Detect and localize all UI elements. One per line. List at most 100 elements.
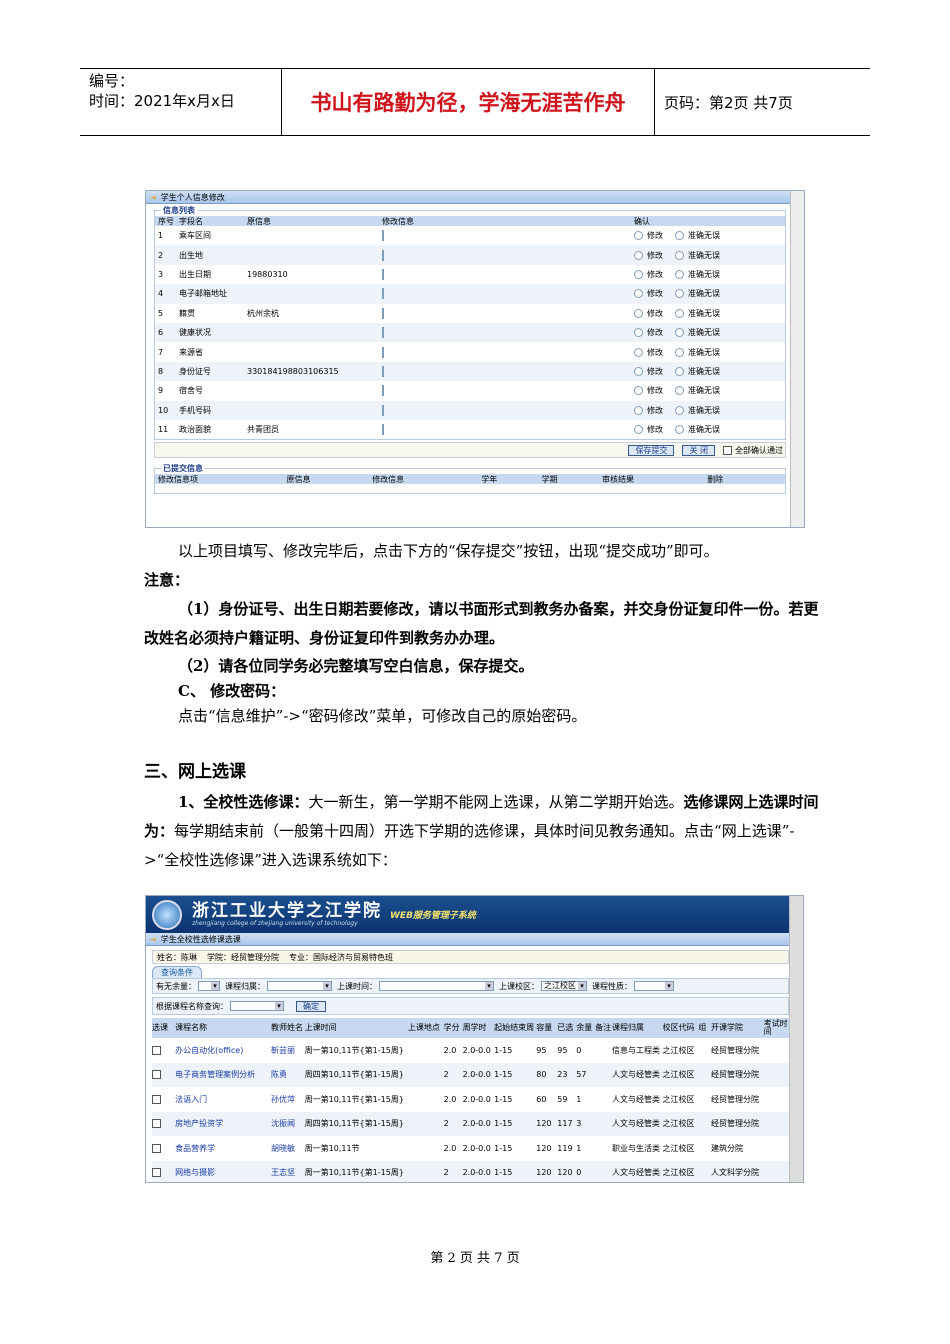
select-course-checkbox[interactable]: [152, 1168, 161, 1178]
course-cap: 120: [536, 1160, 558, 1182]
select-course-checkbox[interactable]: [152, 1045, 161, 1055]
new-value-input[interactable]: [382, 249, 384, 261]
select-cell: [152, 1038, 175, 1063]
correct-radio[interactable]: [675, 289, 684, 299]
correct-radio[interactable]: [675, 347, 684, 357]
correct-radio[interactable]: [675, 425, 684, 435]
motto: 书山有路勤为径，学海无涯苦作舟: [282, 69, 655, 135]
confirm-cell: 修改 准确无误: [634, 327, 785, 338]
correct-radio[interactable]: [675, 366, 684, 376]
modify-radio[interactable]: [634, 328, 643, 338]
new-value-input[interactable]: [382, 365, 384, 377]
course-name-link[interactable]: 电子商务管理案例分析: [175, 1062, 271, 1087]
scrollbar[interactable]: [789, 896, 803, 1182]
course-cap: 120: [536, 1143, 552, 1153]
modify-radio[interactable]: [634, 289, 643, 299]
confirm-all-checkbox[interactable]: [723, 445, 732, 455]
select-course-checkbox[interactable]: [152, 1094, 161, 1104]
course-hours: 2.0-0.0: [462, 1111, 495, 1136]
confirm-cell: 修改 准确无误: [634, 347, 785, 358]
correct-radio[interactable]: [675, 308, 684, 318]
modify-radio[interactable]: [634, 386, 643, 396]
select-course-checkbox[interactable]: [152, 1143, 161, 1153]
new-value-input[interactable]: [382, 307, 384, 319]
course-credit: 2: [443, 1111, 463, 1136]
save-submit-button[interactable]: 保存提交: [628, 444, 675, 456]
scrollbar[interactable]: [790, 191, 804, 527]
new-value-input[interactable]: [382, 385, 384, 397]
original-value: 19880310: [247, 269, 288, 279]
course-campus: 之江校区: [662, 1111, 699, 1136]
modify-radio[interactable]: [634, 231, 643, 241]
new-value-input[interactable]: [382, 404, 384, 416]
course-teacher-link[interactable]: 孙优萍: [271, 1087, 305, 1112]
arrow-icon: ➔: [150, 192, 157, 202]
new-value-input[interactable]: [382, 424, 384, 436]
course-name-link[interactable]: 食品营养学: [175, 1136, 271, 1161]
modify-label: 修改: [647, 231, 663, 241]
modify-label: 修改: [647, 386, 663, 396]
course-teacher-link[interactable]: 王志坚: [270, 1160, 305, 1182]
course-teacher-link[interactable]: 胡晓敏: [271, 1136, 305, 1161]
modify-radio[interactable]: [634, 269, 643, 279]
remain-select[interactable]: [198, 981, 220, 991]
remain-label: 有无余量：: [156, 981, 196, 991]
field-name: 政治面貌: [179, 425, 211, 435]
doc-code: 编号：: [89, 72, 135, 90]
course-college: 经贸管理分院: [710, 1111, 764, 1136]
course-name-input[interactable]: [230, 1001, 284, 1011]
nature-select[interactable]: [634, 981, 674, 991]
modify-radio[interactable]: [634, 425, 643, 435]
course-name-link[interactable]: 网络与摄影: [175, 1160, 271, 1182]
close-button[interactable]: 关 闭: [682, 444, 715, 456]
field-name: 籍贯: [179, 308, 195, 318]
course-cat: 人文与经管类: [612, 1062, 663, 1087]
course-col-header: 周学时: [462, 1018, 495, 1038]
correct-radio[interactable]: [675, 386, 684, 396]
row-number: 4: [158, 289, 164, 299]
confirm-button[interactable]: 确定: [296, 1000, 326, 1012]
course-name-link[interactable]: 办公自动化(office): [175, 1038, 271, 1063]
campus-select[interactable]: 之江校区: [541, 981, 587, 991]
correct-radio[interactable]: [675, 328, 684, 338]
course-teacher-link[interactable]: 沈振闻: [270, 1111, 305, 1136]
campus-label: 上课校区：: [499, 981, 539, 991]
course-weeks: 1-15: [494, 1160, 537, 1182]
course-cat: 职业与生活类: [612, 1143, 661, 1153]
modify-radio[interactable]: [634, 366, 643, 376]
submitted-col: 学期: [541, 474, 558, 484]
correct-radio[interactable]: [675, 250, 684, 260]
new-value-input[interactable]: [382, 288, 384, 300]
correct-label: 准确无误: [688, 289, 720, 299]
row-number: 10: [158, 405, 169, 415]
new-value-cell: [382, 365, 634, 377]
correct-radio[interactable]: [675, 269, 684, 279]
new-value-cell: [382, 385, 634, 397]
category-select[interactable]: [267, 981, 332, 991]
modify-radio[interactable]: [634, 308, 643, 318]
course-teacher-link[interactable]: 陈勇: [270, 1062, 305, 1087]
correct-radio[interactable]: [675, 405, 684, 415]
field-name: 身份证号: [179, 366, 211, 376]
course-group: [698, 1160, 711, 1182]
course-name-link[interactable]: 法语入门: [175, 1087, 271, 1112]
modify-radio[interactable]: [634, 347, 643, 357]
select-course-checkbox[interactable]: [152, 1119, 161, 1129]
modify-radio[interactable]: [634, 405, 643, 415]
select-course-checkbox[interactable]: [152, 1070, 161, 1080]
new-value-input[interactable]: [382, 230, 384, 242]
new-value-input[interactable]: [382, 346, 384, 358]
time-select[interactable]: [379, 981, 494, 991]
query-conditions-tab[interactable]: 查询条件: [152, 966, 202, 978]
course-weeks: 1-15: [494, 1062, 537, 1087]
confirm-all-label: 全部确认通过: [735, 445, 783, 455]
student-college: 学院：经贸管理分院: [207, 952, 279, 962]
course-name-link[interactable]: 房地产投资学: [175, 1111, 271, 1136]
new-value-input[interactable]: [382, 327, 384, 339]
course-teacher-link[interactable]: 靳芸丽: [271, 1038, 305, 1063]
new-value-input[interactable]: [382, 268, 384, 280]
correct-radio[interactable]: [675, 231, 684, 241]
modify-label: 修改: [647, 289, 663, 299]
modify-radio[interactable]: [634, 250, 643, 260]
field-name: 健康状况: [179, 328, 211, 338]
